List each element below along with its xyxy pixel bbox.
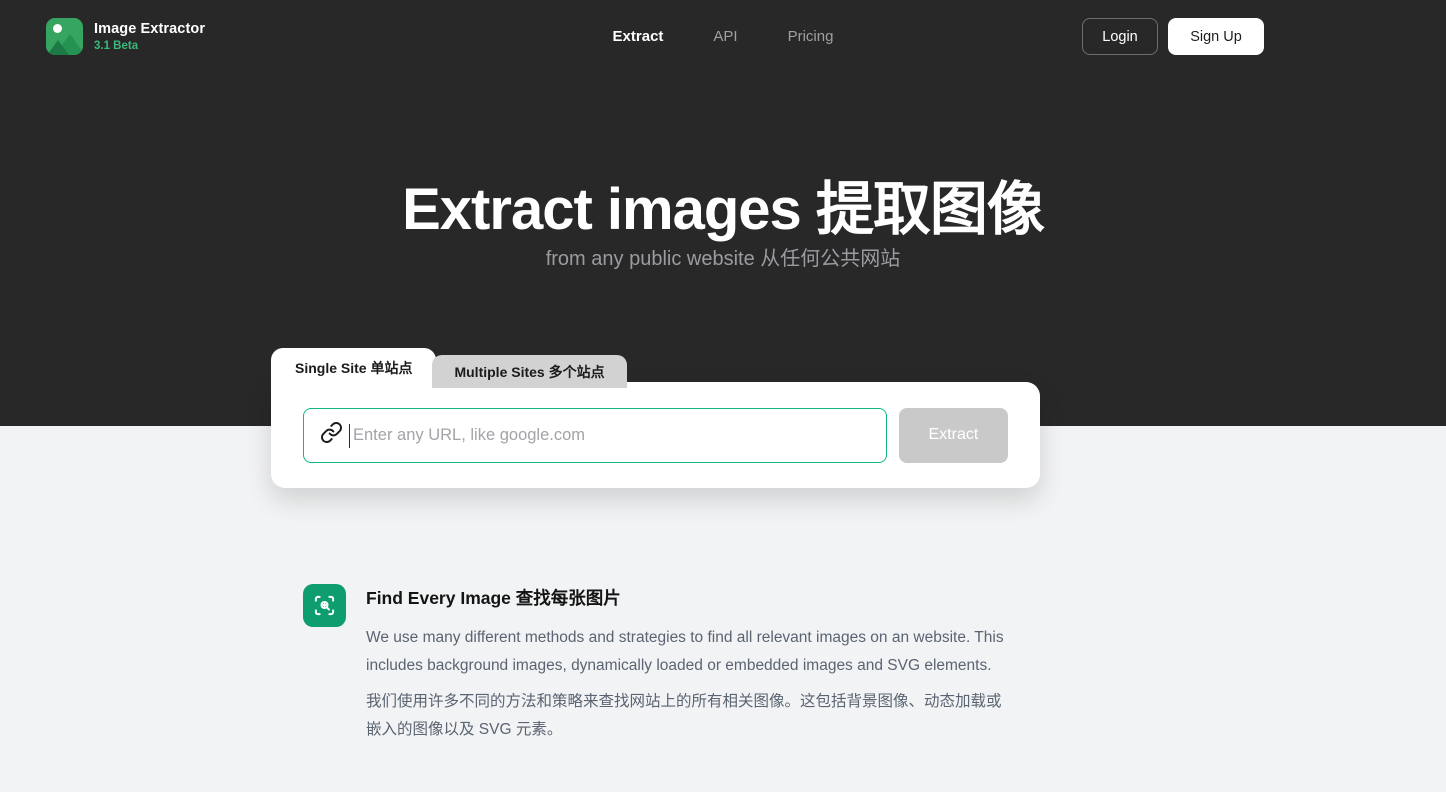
logo-sun-shape [53,24,62,33]
nav-link-pricing[interactable]: Pricing [788,28,834,45]
nav-link-extract[interactable]: Extract [613,28,664,45]
extract-button[interactable]: Extract [899,408,1008,463]
link-icon [320,421,343,449]
tab-single-site[interactable]: Single Site 单站点 [271,348,436,388]
image-mountain-icon [46,18,83,55]
page-subtitle: from any public website 从任何公共网站 [0,245,1446,273]
signup-button[interactable]: Sign Up [1168,18,1264,55]
auth-buttons: Login Sign Up [1082,18,1264,55]
landing-page: Image Extractor 3.1 Beta Extract API Pri… [0,0,1446,792]
page-title: Extract images 提取图像 [0,175,1446,245]
nav-link-api[interactable]: API [713,28,737,45]
extract-form-card: Extract [271,382,1040,488]
text-caret [349,424,350,448]
feature-block: Find Every Image 查找每张图片 We use many diff… [303,584,1043,744]
logo-mountain-small [47,40,69,55]
login-button[interactable]: Login [1082,18,1158,55]
scan-search-icon [303,584,346,627]
url-input-wrapper[interactable] [303,408,887,463]
tab-multiple-sites[interactable]: Multiple Sites 多个站点 [432,355,626,388]
feature-paragraph-en: We use many different methods and strate… [366,624,1011,680]
brand-version: 3.1 Beta [94,39,205,53]
feature-title: Find Every Image 查找每张图片 [366,586,1011,610]
mode-tabs: Single Site 单站点 Multiple Sites 多个站点 [271,348,627,388]
brand-logo[interactable]: Image Extractor 3.1 Beta [46,18,205,55]
feature-paragraph-zh: 我们使用许多不同的方法和策略来查找网站上的所有相关图像。这包括背景图像、动态加载… [366,688,1011,744]
top-navigation-bar: Image Extractor 3.1 Beta Extract API Pri… [0,0,1446,72]
brand-name: Image Extractor [94,20,205,38]
url-input[interactable] [353,409,870,462]
